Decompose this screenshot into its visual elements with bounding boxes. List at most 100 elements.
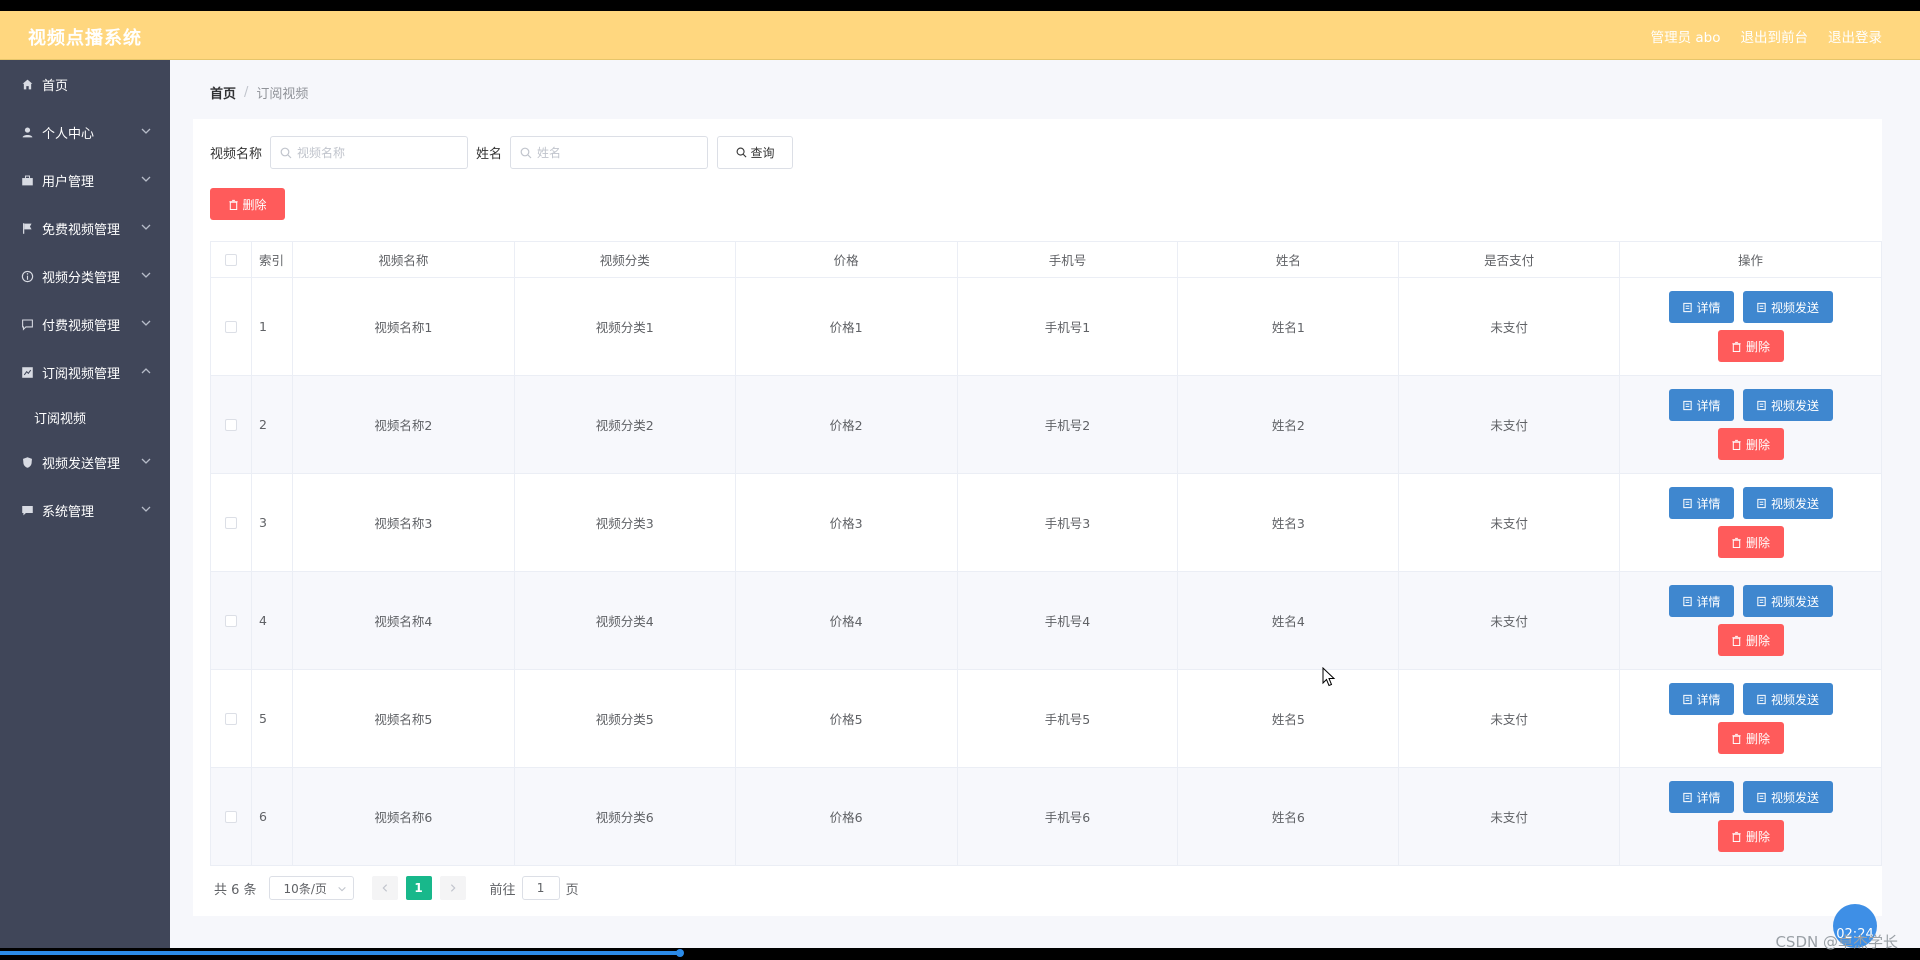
next-page-button[interactable] bbox=[439, 876, 466, 900]
cell-actions: 详情 视频发送 删除 bbox=[1620, 670, 1882, 768]
send-video-button[interactable]: 视频发送 bbox=[1742, 781, 1833, 813]
sidebar-item-subscription[interactable]: 订阅视频管理 bbox=[0, 348, 170, 396]
sidebar: 首页 个人中心 用户管理 免费视频管理 视频分类管理 付费视频管理 订阅视频管理… bbox=[0, 60, 170, 948]
cell-video-name: 视频名称4 bbox=[292, 572, 515, 670]
detail-button[interactable]: 详情 bbox=[1668, 487, 1734, 519]
detail-button[interactable]: 详情 bbox=[1668, 291, 1734, 323]
video-name-input[interactable] bbox=[271, 137, 468, 168]
chevron-left-icon bbox=[382, 884, 387, 892]
cell-xm: 姓名5 bbox=[1178, 670, 1400, 768]
cell-video-name: 视频名称5 bbox=[292, 670, 515, 768]
chevron-up-icon bbox=[141, 368, 151, 374]
video-progress-bar[interactable] bbox=[0, 951, 680, 955]
flag-icon bbox=[20, 221, 34, 235]
cell-paid: 未支付 bbox=[1399, 768, 1621, 866]
sidebar-item-users[interactable]: 用户管理 bbox=[0, 156, 170, 204]
row-checkbox[interactable] bbox=[224, 712, 237, 725]
xm-input[interactable] bbox=[511, 137, 708, 168]
query-button-label: 查询 bbox=[750, 146, 775, 160]
sidebar-item-profile[interactable]: 个人中心 bbox=[0, 108, 170, 156]
sidebar-item-label: 订阅视频管理 bbox=[42, 366, 121, 382]
sidebar-subitem-subscribed-video[interactable]: 订阅视频 bbox=[0, 396, 170, 438]
cell-phone: 手机号2 bbox=[957, 376, 1179, 474]
sidebar-item-label: 视频分类管理 bbox=[42, 270, 121, 286]
delete-button[interactable]: 删除 bbox=[1717, 330, 1784, 362]
row-checkbox[interactable] bbox=[224, 418, 237, 431]
actions-top: 详情 视频发送 bbox=[1668, 389, 1833, 421]
sidebar-item-home[interactable]: 首页 bbox=[0, 60, 170, 108]
cell-actions: 详情 视频发送 删除 bbox=[1620, 376, 1882, 474]
bulk-delete-button[interactable]: 删除 bbox=[210, 188, 285, 220]
chat-icon bbox=[20, 317, 34, 331]
row-checkbox[interactable] bbox=[224, 320, 237, 333]
message-icon bbox=[20, 503, 34, 517]
delete-label: 删除 bbox=[1746, 731, 1771, 746]
delete-label: 删除 bbox=[1746, 829, 1771, 844]
cell-phone: 手机号3 bbox=[957, 474, 1179, 572]
cell-price: 价格3 bbox=[735, 474, 958, 572]
trash-icon bbox=[1732, 341, 1741, 352]
delete-label: 删除 bbox=[1746, 633, 1771, 648]
back-to-front-link[interactable]: 退出到前台 bbox=[1741, 26, 1809, 46]
delete-button[interactable]: 删除 bbox=[1717, 526, 1784, 558]
chevron-down-icon bbox=[141, 128, 151, 134]
cell-actions: 详情 视频发送 删除 bbox=[1620, 474, 1882, 572]
logout-link[interactable]: 退出登录 bbox=[1828, 26, 1882, 46]
document-icon bbox=[1757, 792, 1766, 802]
row-checkbox[interactable] bbox=[224, 810, 237, 823]
video-progress-handle[interactable] bbox=[676, 949, 684, 957]
chevron-down-icon bbox=[141, 224, 151, 230]
cell-video-category: 视频分类3 bbox=[514, 474, 736, 572]
cell-video-category: 视频分类4 bbox=[514, 572, 736, 670]
table-row: 3 视频名称3 视频分类3 价格3 手机号3 姓名3 未支付 详情 视频发送 删… bbox=[211, 474, 1882, 572]
delete-label: 删除 bbox=[1746, 437, 1771, 452]
document-icon bbox=[1682, 596, 1692, 606]
row-checkbox-cell bbox=[211, 670, 252, 768]
header-price: 价格 bbox=[735, 242, 958, 278]
cell-xm: 姓名4 bbox=[1178, 572, 1400, 670]
send-video-button[interactable]: 视频发送 bbox=[1742, 389, 1833, 421]
delete-button[interactable]: 删除 bbox=[1717, 624, 1784, 656]
top-letterbox bbox=[0, 0, 1920, 11]
delete-button[interactable]: 删除 bbox=[1717, 722, 1784, 754]
cell-video-category: 视频分类1 bbox=[514, 278, 736, 376]
page-jump-input[interactable] bbox=[521, 876, 560, 900]
search-icon bbox=[280, 147, 292, 159]
sidebar-item-free-video[interactable]: 免费视频管理 bbox=[0, 204, 170, 252]
shield-icon bbox=[20, 455, 34, 469]
query-button[interactable]: 查询 bbox=[717, 136, 794, 169]
trash-icon bbox=[1732, 831, 1741, 842]
breadcrumb-home[interactable]: 首页 bbox=[210, 83, 236, 102]
send-video-button[interactable]: 视频发送 bbox=[1742, 683, 1833, 715]
actions-top: 详情 视频发送 bbox=[1668, 585, 1833, 617]
delete-button[interactable]: 删除 bbox=[1717, 820, 1784, 852]
row-checkbox[interactable] bbox=[224, 614, 237, 627]
page-number[interactable]: 1 bbox=[405, 876, 432, 900]
actions-top: 详情 视频发送 bbox=[1668, 781, 1833, 813]
delete-button[interactable]: 删除 bbox=[1717, 428, 1784, 460]
prev-page-button[interactable] bbox=[371, 876, 398, 900]
detail-button[interactable]: 详情 bbox=[1668, 781, 1734, 813]
cell-actions: 详情 视频发送 删除 bbox=[1620, 278, 1882, 376]
bulk-delete-label: 删除 bbox=[242, 197, 267, 212]
row-checkbox[interactable] bbox=[224, 516, 237, 529]
send-label: 视频发送 bbox=[1771, 300, 1820, 315]
cell-actions: 详情 视频发送 删除 bbox=[1620, 768, 1882, 866]
sidebar-item-system[interactable]: 系统管理 bbox=[0, 486, 170, 534]
send-video-button[interactable]: 视频发送 bbox=[1742, 487, 1833, 519]
sidebar-item-label: 用户管理 bbox=[42, 174, 95, 190]
select-all-checkbox[interactable] bbox=[224, 253, 237, 266]
sidebar-item-video-category[interactable]: 视频分类管理 bbox=[0, 252, 170, 300]
sidebar-item-video-send[interactable]: 视频发送管理 bbox=[0, 438, 170, 486]
cell-price: 价格5 bbox=[735, 670, 958, 768]
detail-button[interactable]: 详情 bbox=[1668, 389, 1734, 421]
header-actions: 操作 bbox=[1620, 242, 1882, 278]
chevron-down-icon bbox=[141, 506, 151, 512]
header-checkbox-cell bbox=[211, 242, 252, 278]
detail-button[interactable]: 详情 bbox=[1668, 683, 1734, 715]
sidebar-item-paid-video[interactable]: 付费视频管理 bbox=[0, 300, 170, 348]
detail-button[interactable]: 详情 bbox=[1668, 585, 1734, 617]
send-video-button[interactable]: 视频发送 bbox=[1742, 291, 1833, 323]
page-size-select[interactable]: 10条/页 bbox=[268, 876, 354, 900]
send-video-button[interactable]: 视频发送 bbox=[1742, 585, 1833, 617]
